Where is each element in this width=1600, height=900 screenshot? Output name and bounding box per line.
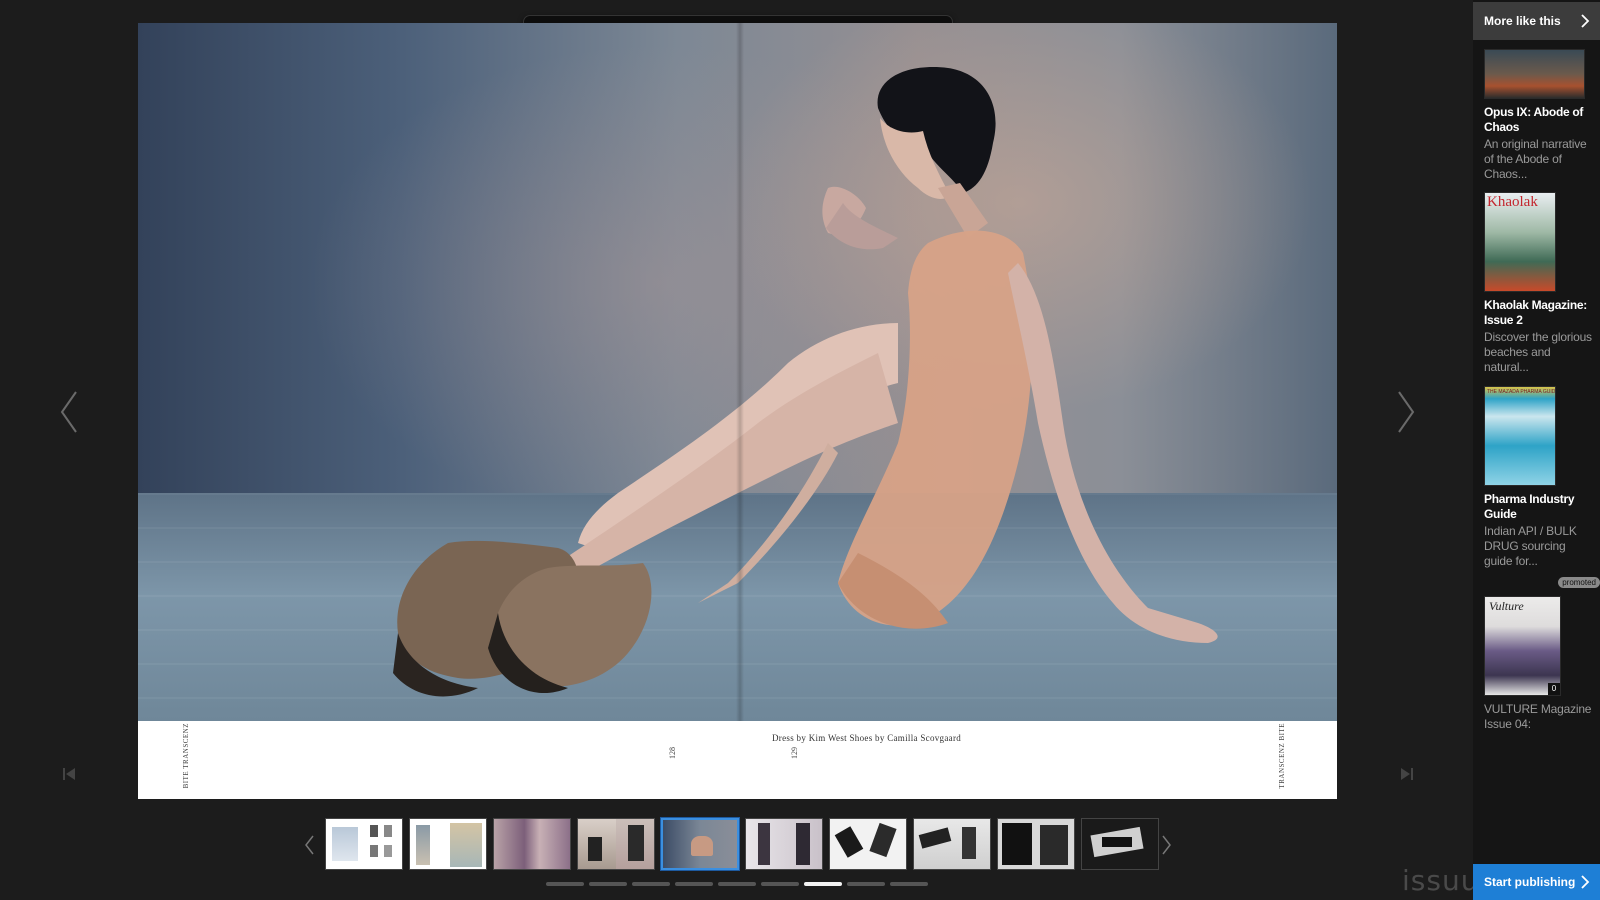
- thumbnail-page[interactable]: [829, 818, 907, 870]
- recommendation-description: An original narrative of the Abode of Ch…: [1484, 137, 1587, 181]
- chevron-left-icon: [305, 835, 314, 855]
- thumbnail-pager: [546, 882, 928, 886]
- pager-dot[interactable]: [890, 882, 928, 886]
- pager-dot[interactable]: [589, 882, 627, 886]
- cover-masthead: Vulture: [1489, 599, 1524, 613]
- thumbnail-page[interactable]: [409, 818, 487, 870]
- thumbnail-strip: [325, 818, 1159, 872]
- spread-gutter: [736, 23, 744, 799]
- recommendation-item[interactable]: THE MAZADA PHARMA GUIDE Pharma Industry …: [1484, 386, 1596, 569]
- more-like-this-sidebar: More like this Opus IX: Abode of Chaos A…: [1473, 0, 1600, 900]
- pager-dot[interactable]: [718, 882, 756, 886]
- left-running-head: BITE TRANSCENZ: [182, 723, 190, 789]
- thumbnail-page[interactable]: [913, 818, 991, 870]
- recommendation-item[interactable]: Opus IX: Abode of Chaos An original narr…: [1484, 49, 1596, 182]
- recommendation-title: Pharma Industry Guide: [1484, 492, 1575, 521]
- right-running-head: TRANSCENZ BITE: [1278, 723, 1286, 789]
- right-page-number: 129: [790, 747, 799, 759]
- recommendation-cover: Khaolak: [1484, 192, 1556, 292]
- thumbnails-previous[interactable]: [302, 833, 318, 857]
- recommendation-description: Discover the glorious beaches and natura…: [1484, 330, 1592, 374]
- pager-dot[interactable]: [847, 882, 885, 886]
- pager-dot-active[interactable]: [804, 882, 842, 886]
- thumbnail-page-current[interactable]: [661, 818, 739, 870]
- pager-dot[interactable]: [761, 882, 799, 886]
- last-page-button[interactable]: [1399, 766, 1415, 782]
- pager-dot[interactable]: [546, 882, 584, 886]
- thumbnail-page[interactable]: [745, 818, 823, 870]
- thumbnail-page[interactable]: [325, 818, 403, 870]
- previous-page-arrow[interactable]: [54, 382, 84, 442]
- pager-dot[interactable]: [632, 882, 670, 886]
- more-like-this-title: More like this: [1484, 14, 1561, 28]
- thumbnail-page[interactable]: [577, 818, 655, 870]
- recommendation-item[interactable]: Khaolak Khaolak Magazine: Issue 2 Discov…: [1484, 192, 1596, 375]
- reader-app: BITE TRANSCENZ 128 129 Dress by Kim West…: [0, 0, 1600, 900]
- more-like-this-header[interactable]: More like this: [1473, 2, 1600, 40]
- recommendation-description: Indian API / BULK DRUG sourcing guide fo…: [1484, 524, 1577, 568]
- recommendation-cover: Vulture 0: [1484, 596, 1561, 696]
- recommendation-item[interactable]: Vulture 0 VULTURE Magazine Issue 04:: [1484, 596, 1596, 732]
- first-page-button[interactable]: [61, 766, 77, 782]
- chevron-left-icon: [60, 391, 77, 433]
- skip-to-start-icon: [63, 768, 75, 780]
- cover-masthead: THE MAZADA PHARMA GUIDE: [1487, 389, 1555, 395]
- cover-count-badge: 0: [1548, 683, 1560, 695]
- magazine-spread[interactable]: BITE TRANSCENZ 128 129 Dress by Kim West…: [138, 23, 1337, 799]
- photo-credit: Dress by Kim West Shoes by Camilla Scovg…: [772, 733, 962, 743]
- start-publishing-button[interactable]: Start publishing: [1473, 864, 1600, 900]
- issuu-logo[interactable]: issuu: [1402, 864, 1479, 897]
- thumbnail-page[interactable]: [997, 818, 1075, 870]
- start-publishing-label: Start publishing: [1484, 875, 1576, 889]
- pager-dot[interactable]: [675, 882, 713, 886]
- left-page-number: 128: [668, 747, 677, 759]
- chevron-right-icon: [1581, 14, 1590, 28]
- page-footer: BITE TRANSCENZ 128 129 Dress by Kim West…: [138, 721, 1337, 799]
- skip-to-end-icon: [1401, 768, 1413, 780]
- recommendation-cover: THE MAZADA PHARMA GUIDE: [1484, 386, 1556, 486]
- recommendation-title: Opus IX: Abode of Chaos: [1484, 105, 1584, 134]
- recommendation-title: Khaolak Magazine: Issue 2: [1484, 298, 1587, 327]
- thumbnails-next[interactable]: [1158, 833, 1174, 857]
- chevron-right-icon: [1398, 391, 1415, 433]
- thumbnail-page[interactable]: [493, 818, 571, 870]
- recommendation-cover: [1484, 49, 1585, 99]
- recommendation-title: VULTURE Magazine Issue 04:: [1484, 702, 1592, 731]
- next-page-arrow[interactable]: [1391, 382, 1421, 442]
- chevron-right-icon: [1162, 835, 1171, 855]
- chevron-right-icon: [1581, 875, 1590, 889]
- cover-masthead: Khaolak: [1487, 194, 1538, 210]
- promoted-badge: promoted: [1558, 577, 1600, 588]
- thumbnail-page[interactable]: [1081, 818, 1159, 870]
